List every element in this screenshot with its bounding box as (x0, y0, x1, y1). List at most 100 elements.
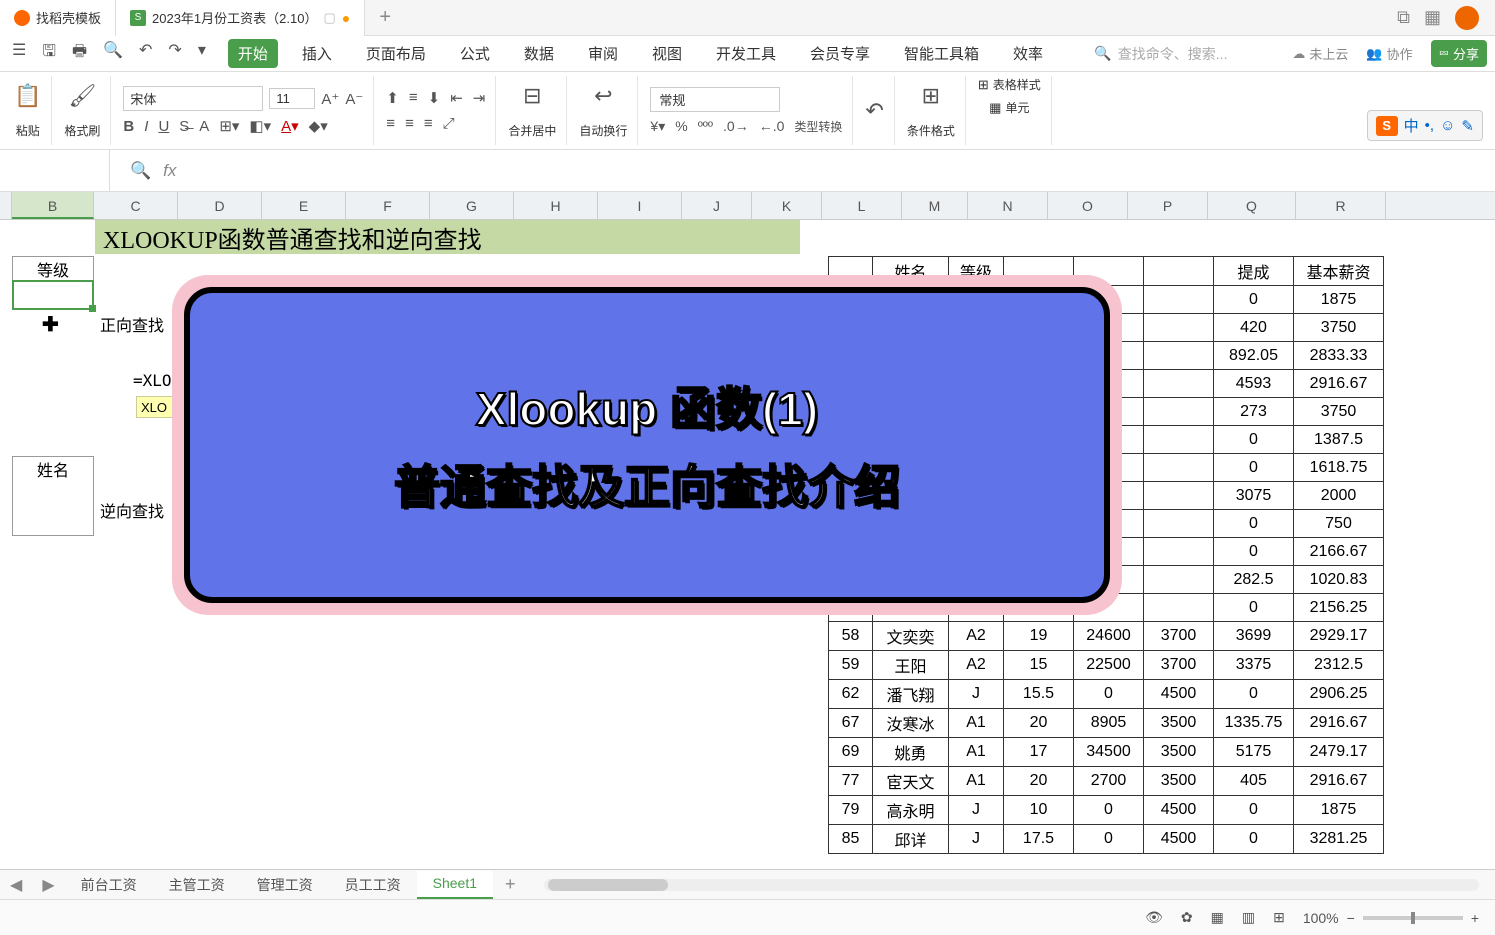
table-cell[interactable] (1144, 510, 1214, 538)
tablestyle-icon[interactable]: ⊞ (978, 77, 989, 93)
table-cell[interactable]: 750 (1294, 510, 1384, 538)
table-cell[interactable]: 0 (1214, 454, 1294, 482)
cell-empty2[interactable] (12, 482, 94, 510)
ribbon-tab-layout[interactable]: 页面布局 (356, 39, 436, 68)
col-K[interactable]: K (752, 192, 822, 219)
sheet-tab[interactable]: 主管工资 (153, 871, 241, 899)
fx-search-icon[interactable]: 🔍 (130, 161, 151, 181)
ime-toolbar[interactable]: S 中 •, ☺ ✎ (1367, 110, 1483, 141)
italic-button[interactable]: I (144, 118, 148, 135)
cell-forward[interactable]: 正向查找 (95, 310, 177, 338)
table-cell[interactable] (1144, 342, 1214, 370)
formula-input[interactable] (196, 150, 1495, 191)
table-cell[interactable]: 405 (1214, 767, 1294, 796)
decrease-font-icon[interactable]: A⁻ (345, 90, 363, 108)
zoom-slider[interactable] (1363, 916, 1463, 920)
table-cell[interactable]: 0 (1074, 680, 1144, 709)
table-cell[interactable]: 3281.25 (1294, 825, 1384, 854)
col-B[interactable]: B (12, 192, 94, 219)
table-cell[interactable]: 0 (1214, 594, 1294, 622)
tab-template[interactable]: 找稻壳模板 (0, 0, 116, 36)
col-M[interactable]: M (902, 192, 968, 219)
table-cell[interactable]: 0 (1074, 796, 1144, 825)
table-cell[interactable]: 4500 (1144, 825, 1214, 854)
col-C[interactable]: C (94, 192, 178, 219)
ime-lang[interactable]: 中 (1404, 115, 1419, 136)
fx-icon[interactable]: fx (163, 161, 176, 181)
ribbon-tab-view[interactable]: 视图 (642, 39, 692, 68)
table-cell[interactable] (1144, 314, 1214, 342)
col-J[interactable]: J (682, 192, 752, 219)
table-cell[interactable]: 2156.25 (1294, 594, 1384, 622)
table-cell[interactable]: 2906.25 (1294, 680, 1384, 709)
ime-punct-icon[interactable]: •, (1425, 117, 1434, 134)
col-N[interactable]: N (968, 192, 1048, 219)
percent-icon[interactable]: % (675, 118, 687, 135)
table-cell[interactable]: A2 (949, 622, 1004, 651)
share-button[interactable]: ⮹ 分享 (1431, 40, 1487, 67)
command-search[interactable]: 🔍 查找命令、搜索... (1094, 44, 1274, 64)
table-cell[interactable]: 5175 (1214, 738, 1294, 767)
font-family-select[interactable]: 宋体 (123, 86, 263, 111)
table-cell[interactable]: 15 (1004, 651, 1074, 680)
underline-button[interactable]: U (158, 118, 169, 135)
table-cell[interactable]: 1618.75 (1294, 454, 1384, 482)
table-row[interactable]: 79高永明J100450001875 (829, 796, 1384, 825)
table-cell[interactable]: 2916.67 (1294, 370, 1384, 398)
table-cell[interactable]: 汝寒冰 (873, 709, 949, 738)
table-cell[interactable]: 王阳 (873, 651, 949, 680)
highlight-button[interactable]: ◆▾ (309, 117, 328, 135)
sheet-nav-prev[interactable]: ◀ (0, 875, 32, 895)
brush-group[interactable]: 🖌 格式刷 (54, 76, 111, 145)
col-H[interactable]: H (514, 192, 598, 219)
col-P[interactable]: P (1128, 192, 1208, 219)
table-cell[interactable]: 3500 (1144, 767, 1214, 796)
table-row[interactable]: 59王阳A21522500370033752312.5 (829, 651, 1384, 680)
table-cell[interactable]: 4500 (1144, 796, 1214, 825)
table-cell[interactable] (1144, 398, 1214, 426)
table-cell[interactable]: 2833.33 (1294, 342, 1384, 370)
wrap-group[interactable]: ↩ 自动换行 (569, 76, 638, 145)
table-cell[interactable]: 3700 (1144, 622, 1214, 651)
sheet-tab[interactable]: Sheet1 (417, 871, 493, 899)
number-format-select[interactable]: 常规 (650, 87, 780, 112)
zoom-out-icon[interactable]: − (1347, 910, 1355, 926)
table-cell[interactable]: 282.5 (1214, 566, 1294, 594)
col-F[interactable]: F (346, 192, 430, 219)
table-cell[interactable]: 62 (829, 680, 873, 709)
sheet-nav-next[interactable]: ▶ (32, 875, 64, 895)
table-cell[interactable]: J (949, 825, 1004, 854)
col-O[interactable]: O (1048, 192, 1128, 219)
dec-decimal-icon[interactable]: ←.0 (759, 118, 785, 135)
table-cell[interactable]: 273 (1214, 398, 1294, 426)
horizontal-scrollbar[interactable] (544, 879, 1479, 891)
table-cell[interactable]: 892.05 (1214, 342, 1294, 370)
table-cell[interactable]: 4500 (1144, 680, 1214, 709)
table-cell[interactable]: 20 (1004, 767, 1074, 796)
col-D[interactable]: D (178, 192, 262, 219)
align-top-icon[interactable]: ⬆ (386, 89, 399, 107)
table-cell[interactable]: 3500 (1144, 738, 1214, 767)
merge-group[interactable]: ⊟ 合并居中 (498, 76, 567, 145)
align-bot-icon[interactable]: ⬇ (428, 89, 441, 107)
ribbon-tab-smart[interactable]: 智能工具箱 (894, 39, 989, 68)
undo-group[interactable]: ↶ (855, 76, 894, 145)
cell-label[interactable]: 单元 (1005, 99, 1029, 116)
typeconv-label[interactable]: 类型转换 (794, 118, 842, 135)
table-row[interactable]: 62潘飞翔J15.50450002906.25 (829, 680, 1384, 709)
table-cell[interactable]: 0 (1214, 680, 1294, 709)
table-cell[interactable]: A1 (949, 709, 1004, 738)
table-row[interactable]: 85邱详J17.50450003281.25 (829, 825, 1384, 854)
cell-reverse[interactable]: 逆向查找 (95, 496, 177, 524)
tablestyle-label[interactable]: 表格样式 (993, 76, 1041, 93)
new-tab-button[interactable]: + (365, 6, 405, 29)
table-cell[interactable]: 85 (829, 825, 873, 854)
table-cell[interactable]: 69 (829, 738, 873, 767)
table-cell[interactable]: 0 (1214, 286, 1294, 314)
layout1-icon[interactable]: ⧉ (1397, 7, 1410, 28)
undo-icon[interactable]: ↶ (135, 38, 156, 69)
strike-button[interactable]: S̶ (179, 118, 189, 135)
table-cell[interactable]: 3375 (1214, 651, 1294, 680)
table-cell[interactable]: 高永明 (873, 796, 949, 825)
save-icon[interactable]: 🖫 (38, 38, 60, 69)
